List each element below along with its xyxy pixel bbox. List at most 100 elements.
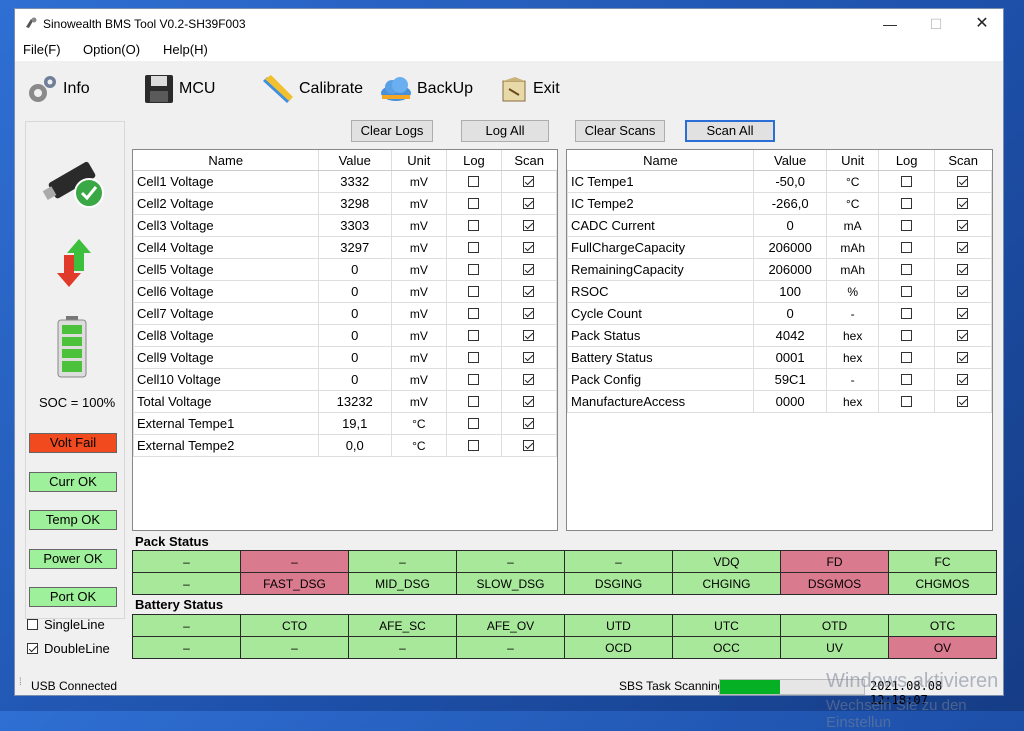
log-checkbox[interactable] xyxy=(468,352,480,363)
menu-help[interactable]: Help(H) xyxy=(163,42,208,57)
table-row[interactable]: Cell4 Voltage 3297 mV xyxy=(133,236,558,259)
table-row[interactable]: External Tempe2 0,0 °C xyxy=(133,434,558,457)
maximize-button[interactable]: ☐ xyxy=(913,9,959,39)
table-row[interactable]: Cell6 Voltage 0 mV xyxy=(133,280,558,303)
scan-checkbox[interactable] xyxy=(957,396,969,407)
log-checkbox[interactable] xyxy=(468,264,480,275)
exit-button[interactable]: Exit xyxy=(497,71,560,107)
log-checkbox[interactable] xyxy=(468,176,480,187)
table-row[interactable]: Cell7 Voltage 0 mV xyxy=(133,302,558,325)
log-checkbox[interactable] xyxy=(468,418,480,429)
scan-checkbox[interactable] xyxy=(957,286,969,297)
calibrate-button[interactable]: Calibrate xyxy=(261,71,363,107)
log-checkbox[interactable] xyxy=(468,374,480,385)
table-row[interactable]: Pack Config 59C1- xyxy=(566,368,993,391)
table-row[interactable]: Cycle Count 0- xyxy=(566,302,993,325)
mcu-button[interactable]: MCU xyxy=(143,71,215,107)
scan-checkbox[interactable] xyxy=(957,352,969,363)
single-line-checkbox[interactable]: SingleLine xyxy=(27,617,105,632)
checkbox-box[interactable] xyxy=(27,619,38,630)
scan-checkbox[interactable] xyxy=(523,264,535,275)
table-row[interactable]: ManufactureAccess 0000 hex xyxy=(566,390,993,413)
table-row[interactable]: Cell9 Voltage 0 mV xyxy=(133,346,558,369)
battery-status-grid: – CTO AFE_SC AFE_OV UTD UTC OTD OTC – – – – OCD OCC UV… xyxy=(132,614,997,659)
log-checkbox[interactable] xyxy=(901,374,913,385)
scan-checkbox[interactable] xyxy=(957,198,969,209)
log-checkbox[interactable] xyxy=(468,308,480,319)
log-checkbox[interactable] xyxy=(901,352,913,363)
scan-checkbox[interactable] xyxy=(523,374,535,385)
status-flag: – xyxy=(348,636,457,659)
scan-checkbox[interactable] xyxy=(523,396,535,407)
checkbox-box[interactable] xyxy=(27,643,38,654)
log-checkbox[interactable] xyxy=(901,286,913,297)
double-line-checkbox[interactable]: DoubleLine xyxy=(27,641,110,656)
scan-checkbox[interactable] xyxy=(523,418,535,429)
log-all-button[interactable]: Log All xyxy=(461,120,549,142)
table-row[interactable]: Cell5 Voltage 0 mV xyxy=(133,258,558,281)
scan-checkbox[interactable] xyxy=(957,242,969,253)
table-row[interactable]: Cell8 Voltage 0 mV xyxy=(133,324,558,347)
table-row[interactable]: CADC Current 0 mA xyxy=(566,214,993,237)
scan-checkbox-cell xyxy=(500,434,558,457)
log-checkbox[interactable] xyxy=(901,220,913,231)
scan-checkbox[interactable] xyxy=(523,352,535,363)
log-checkbox[interactable] xyxy=(468,198,480,209)
info-button[interactable]: Info xyxy=(25,71,90,107)
table-row[interactable]: Pack Status 4042 hex xyxy=(566,324,993,347)
menu-option[interactable]: Option(O) xyxy=(83,42,140,57)
minimize-button[interactable]: — xyxy=(867,9,913,39)
scan-checkbox[interactable] xyxy=(957,308,969,319)
log-checkbox[interactable] xyxy=(468,242,480,253)
log-checkbox[interactable] xyxy=(468,220,480,231)
menu-file[interactable]: File(F) xyxy=(23,42,61,57)
log-checkbox[interactable] xyxy=(468,396,480,407)
table-row[interactable]: External Tempe1 19,1 °C xyxy=(133,412,558,435)
scan-checkbox[interactable] xyxy=(523,242,535,253)
table-row[interactable]: Cell10 Voltage 0 mV xyxy=(133,368,558,391)
clear-scans-button[interactable]: Clear Scans xyxy=(575,120,665,142)
scan-checkbox[interactable] xyxy=(523,198,535,209)
row-name: Cell9 Voltage xyxy=(133,346,319,369)
log-checkbox[interactable] xyxy=(901,308,913,319)
right-data-table: Name Value Unit Log Scan IC Tempe1 -50,0 °… xyxy=(566,149,993,531)
table-row[interactable]: Cell1 Voltage 3332 mV xyxy=(133,170,558,193)
log-checkbox[interactable] xyxy=(901,330,913,341)
table-row[interactable]: RemainingCapacity 206000 mAh xyxy=(566,258,993,281)
scan-checkbox[interactable] xyxy=(957,264,969,275)
log-checkbox[interactable] xyxy=(901,198,913,209)
log-checkbox[interactable] xyxy=(901,396,913,407)
table-row[interactable]: Battery Status 0001 hex xyxy=(566,346,993,369)
table-row[interactable]: FullChargeCapacity 206000 mAh xyxy=(566,236,993,259)
table-row[interactable]: IC Tempe1 -50,0 °C xyxy=(566,170,993,193)
log-checkbox[interactable] xyxy=(468,286,480,297)
table-row[interactable]: Cell3 Voltage 3303 mV xyxy=(133,214,558,237)
row-name: Pack Status xyxy=(566,324,755,347)
port-status: Port OK xyxy=(29,587,117,607)
log-checkbox[interactable] xyxy=(468,330,480,341)
scan-checkbox[interactable] xyxy=(523,330,535,341)
row-value: 3298 xyxy=(317,192,392,215)
scan-checkbox[interactable] xyxy=(957,220,969,231)
log-checkbox[interactable] xyxy=(901,264,913,275)
table-row[interactable]: Total Voltage 13232 mV xyxy=(133,390,558,413)
scan-checkbox[interactable] xyxy=(523,176,535,187)
log-checkbox[interactable] xyxy=(468,440,480,451)
table-row[interactable]: IC Tempe2 -266,0 °C xyxy=(566,192,993,215)
backup-button[interactable]: BackUp xyxy=(379,71,473,107)
table-row[interactable]: Cell2 Voltage 3298 mV xyxy=(133,192,558,215)
scan-checkbox[interactable] xyxy=(957,374,969,385)
scan-checkbox[interactable] xyxy=(523,308,535,319)
scan-checkbox-cell xyxy=(500,170,558,193)
scan-all-button[interactable]: Scan All xyxy=(685,120,775,142)
scan-checkbox[interactable] xyxy=(523,220,535,231)
log-checkbox[interactable] xyxy=(901,242,913,253)
table-row[interactable]: RSOC 100% xyxy=(566,280,993,303)
scan-checkbox[interactable] xyxy=(957,330,969,341)
scan-checkbox[interactable] xyxy=(523,440,535,451)
close-button[interactable]: ✕ xyxy=(959,9,1005,39)
scan-checkbox[interactable] xyxy=(957,176,969,187)
log-checkbox[interactable] xyxy=(901,176,913,187)
clear-logs-button[interactable]: Clear Logs xyxy=(351,120,433,142)
scan-checkbox[interactable] xyxy=(523,286,535,297)
